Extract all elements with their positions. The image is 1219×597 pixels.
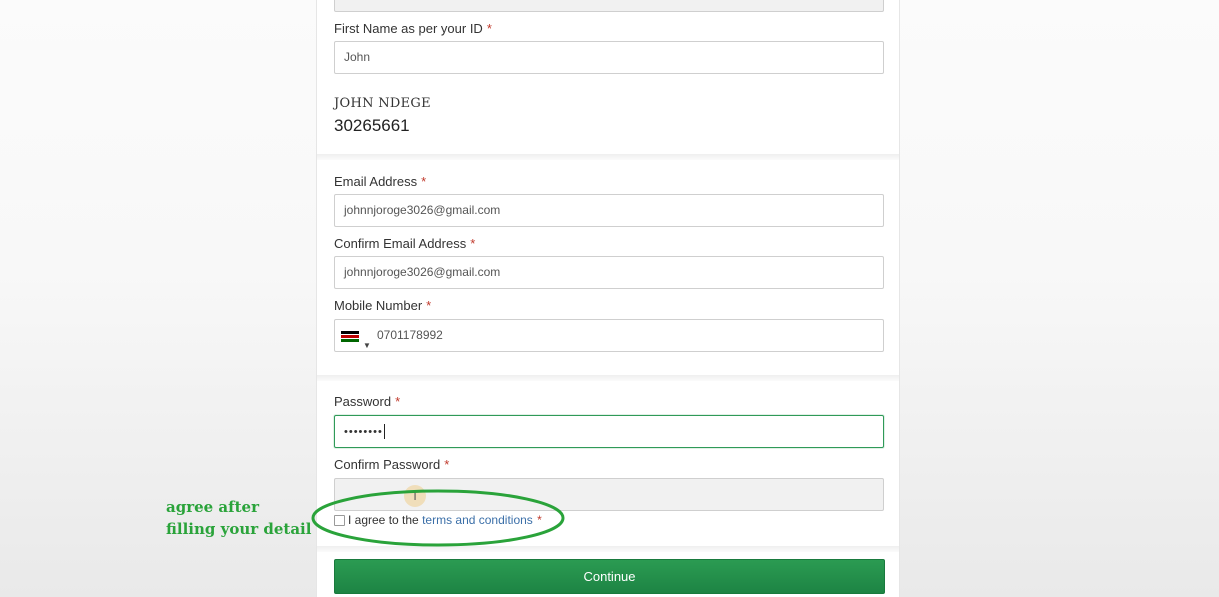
email-label: Email Address * — [334, 174, 426, 189]
required-asterisk: * — [421, 174, 427, 189]
previous-field-input[interactable] — [334, 0, 884, 12]
annotation-line-2: filling your detail — [166, 520, 312, 538]
first-name-value: John — [344, 50, 371, 64]
mobile-number-value: 0701178992 — [377, 328, 443, 342]
id-number-text: 30265661 — [334, 116, 410, 135]
mobile-number-label-text: Mobile Number — [334, 298, 423, 313]
text-caret — [383, 424, 385, 440]
continue-button[interactable]: Continue — [334, 559, 885, 594]
required-asterisk: * — [426, 298, 432, 313]
email-label-text: Email Address — [334, 174, 418, 189]
password-value: •••••••• — [344, 426, 383, 438]
required-asterisk: * — [395, 394, 401, 409]
kenya-flag-icon[interactable] — [341, 331, 359, 342]
email-input[interactable]: johnnjoroge3026@gmail.com — [334, 194, 884, 227]
section-divider — [317, 375, 899, 381]
first-name-input[interactable]: John — [334, 41, 884, 74]
country-dropdown-icon[interactable]: ▼ — [363, 330, 371, 361]
annotation-text: agree after filling your detail — [166, 496, 311, 540]
first-name-label: First Name as per your ID * — [334, 21, 492, 36]
password-input[interactable]: •••••••• — [334, 415, 884, 448]
confirm-password-label: Confirm Password * — [334, 457, 449, 472]
annotation-line-1: agree after — [166, 498, 259, 516]
mobile-number-label: Mobile Number * — [334, 298, 431, 313]
confirm-email-label: Confirm Email Address * — [334, 236, 475, 251]
required-asterisk: * — [486, 21, 492, 36]
first-name-label-text: First Name as per your ID — [334, 21, 483, 36]
password-label: Password * — [334, 394, 400, 409]
required-asterisk: * — [444, 457, 450, 472]
confirm-email-label-text: Confirm Email Address — [334, 236, 467, 251]
annotation-ellipse — [311, 489, 565, 547]
full-name-text: JOHN NDEGE — [334, 96, 431, 111]
confirm-email-input[interactable]: johnnjoroge3026@gmail.com — [334, 256, 884, 289]
password-label-text: Password — [334, 394, 392, 409]
confirm-password-label-text: Confirm Password — [334, 457, 441, 472]
email-value: johnnjoroge3026@gmail.com — [344, 203, 501, 217]
required-asterisk: * — [470, 236, 476, 251]
confirm-email-value: johnnjoroge3026@gmail.com — [344, 265, 501, 279]
mobile-number-input[interactable]: ▼ 0701178992 — [334, 319, 884, 352]
section-divider — [317, 154, 899, 160]
